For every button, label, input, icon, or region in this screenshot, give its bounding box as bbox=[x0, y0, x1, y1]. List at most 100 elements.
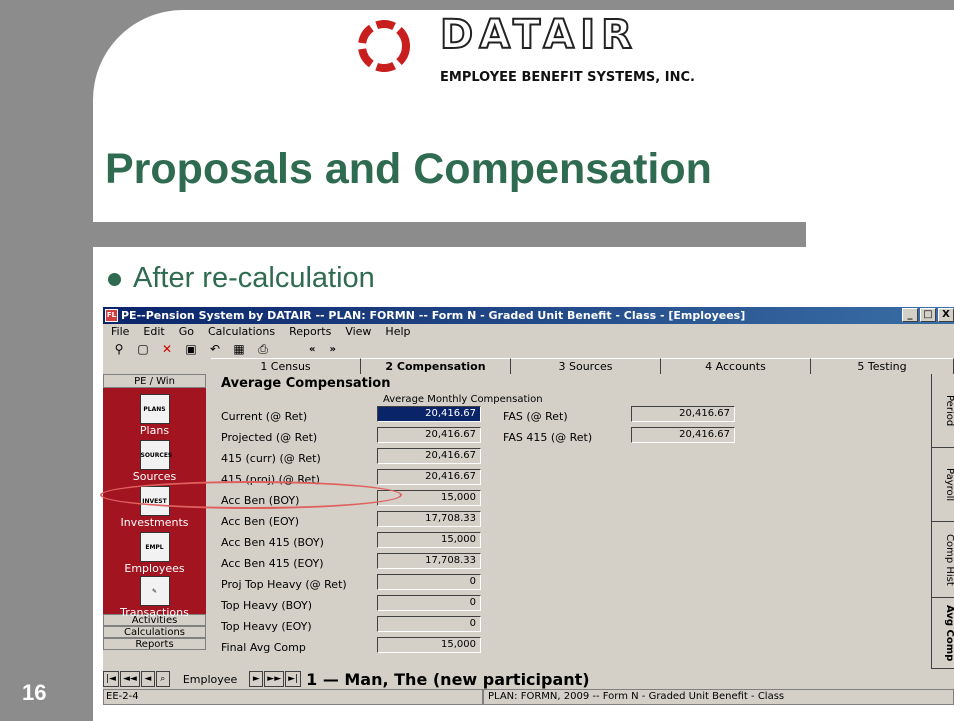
record-type-label: Employee bbox=[182, 672, 238, 686]
sidebar-item-label: Employees bbox=[124, 562, 185, 575]
tab-compensation[interactable]: 2 Compensation bbox=[361, 358, 511, 374]
maximize-button[interactable]: □ bbox=[920, 308, 936, 322]
first-record-button[interactable]: |◄ bbox=[103, 671, 119, 687]
row-label-fas-415: FAS 415 (@ Ret) bbox=[503, 431, 593, 444]
app-icon: FL bbox=[105, 309, 118, 322]
sidebar-calculations-button[interactable]: Calculations bbox=[103, 626, 206, 638]
row-label-fas: FAS (@ Ret) bbox=[503, 410, 568, 423]
row-label-proj-top-heavy: Proj Top Heavy (@ Ret) bbox=[221, 578, 347, 591]
field-acc-ben-415-boy[interactable]: 15,000 bbox=[377, 532, 481, 548]
menu-file[interactable]: File bbox=[111, 324, 129, 340]
vtab-period[interactable]: Period bbox=[932, 374, 954, 448]
plans-icon: PLANS bbox=[139, 394, 170, 424]
menu-help[interactable]: Help bbox=[385, 324, 410, 340]
vtab-payroll[interactable]: Payroll bbox=[932, 448, 954, 522]
row-label-top-heavy-boy: Top Heavy (BOY) bbox=[221, 599, 313, 612]
sidebar-item-employees[interactable]: EMPL Employees bbox=[103, 532, 206, 575]
sidebar-item-label: Transactions bbox=[120, 606, 189, 619]
field-current[interactable]: 20,416.67 bbox=[377, 406, 481, 422]
field-fas[interactable]: 20,416.67 bbox=[631, 406, 735, 422]
sidebar-header: PE / Win bbox=[103, 374, 206, 388]
undo-icon[interactable]: ↶ bbox=[207, 342, 223, 356]
new-icon[interactable]: ▢ bbox=[135, 342, 151, 356]
field-acc-ben-415-eoy[interactable]: 17,708.33 bbox=[377, 553, 481, 569]
minimize-button[interactable]: _ bbox=[902, 308, 918, 322]
sidebar-item-label: Plans bbox=[139, 424, 170, 437]
row-label-acc-ben-415-boy: Acc Ben 415 (BOY) bbox=[221, 536, 324, 549]
slide-title: Proposals and Compensation bbox=[105, 145, 712, 193]
prev-page-button[interactable]: ◄◄ bbox=[119, 671, 140, 687]
page-number: 16 bbox=[22, 680, 47, 705]
sidebar-item-label: Investments bbox=[120, 516, 189, 529]
column-header: Average Monthly Compensation bbox=[383, 394, 543, 405]
bullet-text: After re-calculation bbox=[133, 262, 375, 294]
field-final-avg-comp[interactable]: 15,000 bbox=[377, 637, 481, 653]
row-label-current: Current (@ Ret) bbox=[221, 410, 308, 423]
field-acc-ben-eoy[interactable]: 17,708.33 bbox=[377, 511, 481, 527]
datair-logo: DATAIR EMPLOYEE BENEFIT SYSTEMS, INC. bbox=[350, 10, 770, 85]
next-page-button[interactable]: ►► bbox=[264, 671, 285, 687]
record-navigator: |◄ ◄◄ ◄ ⌕ Employee ► ►► ►| 1 — Man, The … bbox=[103, 669, 954, 689]
sidebar-item-transactions[interactable]: ✎ Transactions bbox=[103, 576, 206, 619]
logo-wordmark: DATAIR bbox=[439, 11, 638, 59]
nav-next-button[interactable]: » bbox=[329, 344, 349, 355]
print-icon[interactable]: ⎙ bbox=[255, 342, 271, 357]
vertical-tab-strip: Period Payroll Comp Hist Avg Comp bbox=[931, 374, 954, 669]
employees-icon: EMPL bbox=[139, 532, 170, 562]
calculator-icon[interactable]: ▦ bbox=[231, 342, 247, 356]
status-plan-info: PLAN: FORMN, 2009 -- Form N - Graded Uni… bbox=[483, 689, 954, 705]
sidebar-item-sources[interactable]: SOURCES Sources bbox=[103, 440, 206, 483]
current-record: 1 — Man, The (new participant) bbox=[306, 669, 590, 689]
status-screen-id: EE-2-4 bbox=[103, 689, 483, 705]
menu-reports[interactable]: Reports bbox=[289, 324, 331, 340]
vtab-comp-hist[interactable]: Comp Hist bbox=[932, 522, 954, 598]
menu-go[interactable]: Go bbox=[179, 324, 194, 340]
delete-icon[interactable]: ✕ bbox=[159, 342, 175, 356]
field-415-curr[interactable]: 20,416.67 bbox=[377, 448, 481, 464]
nav-prev-button[interactable]: « bbox=[309, 344, 329, 355]
prev-record-button[interactable]: ◄ bbox=[140, 671, 155, 687]
find-icon[interactable]: ⌕ bbox=[155, 671, 170, 687]
window-controls: _ □ X bbox=[902, 308, 954, 322]
tab-sources[interactable]: 3 Sources bbox=[511, 358, 661, 374]
binoculars-icon[interactable]: ⚲ bbox=[111, 342, 127, 356]
bullet-point: After re-calculation bbox=[108, 262, 375, 295]
title-divider-bar bbox=[30, 222, 806, 247]
sidebar-item-plans[interactable]: PLANS Plans bbox=[103, 394, 206, 437]
row-label-415-curr: 415 (curr) (@ Ret) bbox=[221, 452, 321, 465]
field-top-heavy-boy[interactable]: 0 bbox=[377, 595, 481, 611]
menu-edit[interactable]: Edit bbox=[143, 324, 164, 340]
status-bar: EE-2-4 PLAN: FORMN, 2009 -- Form N - Gra… bbox=[103, 689, 954, 705]
window-titlebar[interactable]: FL PE--Pension System by DATAIR -- PLAN:… bbox=[103, 307, 954, 324]
transactions-icon: ✎ bbox=[139, 576, 170, 606]
menu-calculations[interactable]: Calculations bbox=[208, 324, 275, 340]
field-proj-top-heavy[interactable]: 0 bbox=[377, 574, 481, 590]
field-fas-415[interactable]: 20,416.67 bbox=[631, 427, 735, 443]
last-record-button[interactable]: ►| bbox=[285, 671, 302, 687]
next-record-button[interactable]: ► bbox=[249, 671, 264, 687]
row-label-projected: Projected (@ Ret) bbox=[221, 431, 318, 444]
save-icon[interactable]: ▣ bbox=[183, 342, 199, 356]
tab-testing[interactable]: 5 Testing bbox=[811, 358, 954, 374]
field-415-proj[interactable]: 20,416.67 bbox=[377, 469, 481, 485]
close-button[interactable]: X bbox=[938, 308, 954, 322]
tab-strip: 1 Census 2 Compensation 3 Sources 4 Acco… bbox=[211, 358, 954, 374]
row-label-top-heavy-eoy: Top Heavy (EOY) bbox=[221, 620, 312, 633]
field-top-heavy-eoy[interactable]: 0 bbox=[377, 616, 481, 632]
compensation-panel: Average Compensation Average Monthly Com… bbox=[211, 374, 931, 669]
window-title: PE--Pension System by DATAIR -- PLAN: FO… bbox=[121, 309, 746, 322]
menu-view[interactable]: View bbox=[345, 324, 371, 340]
field-projected[interactable]: 20,416.67 bbox=[377, 427, 481, 443]
row-label-acc-ben-eoy: Acc Ben (EOY) bbox=[221, 515, 300, 528]
panel-heading: Average Compensation bbox=[221, 376, 391, 391]
tab-accounts[interactable]: 4 Accounts bbox=[661, 358, 811, 374]
toolbar: ⚲ ▢ ✕ ▣ ↶ ▦ ⎙ «» bbox=[103, 340, 954, 358]
tab-census[interactable]: 1 Census bbox=[211, 358, 361, 374]
nav-arrows: «» bbox=[309, 344, 336, 355]
menu-bar: File Edit Go Calculations Reports View H… bbox=[103, 324, 954, 340]
bullet-dot-icon bbox=[108, 272, 121, 286]
vtab-avg-comp[interactable]: Avg Comp bbox=[932, 598, 954, 669]
logo-mark-icon bbox=[358, 20, 410, 72]
sidebar-reports-button[interactable]: Reports bbox=[103, 638, 206, 650]
sidebar-item-label: Sources bbox=[132, 470, 177, 483]
